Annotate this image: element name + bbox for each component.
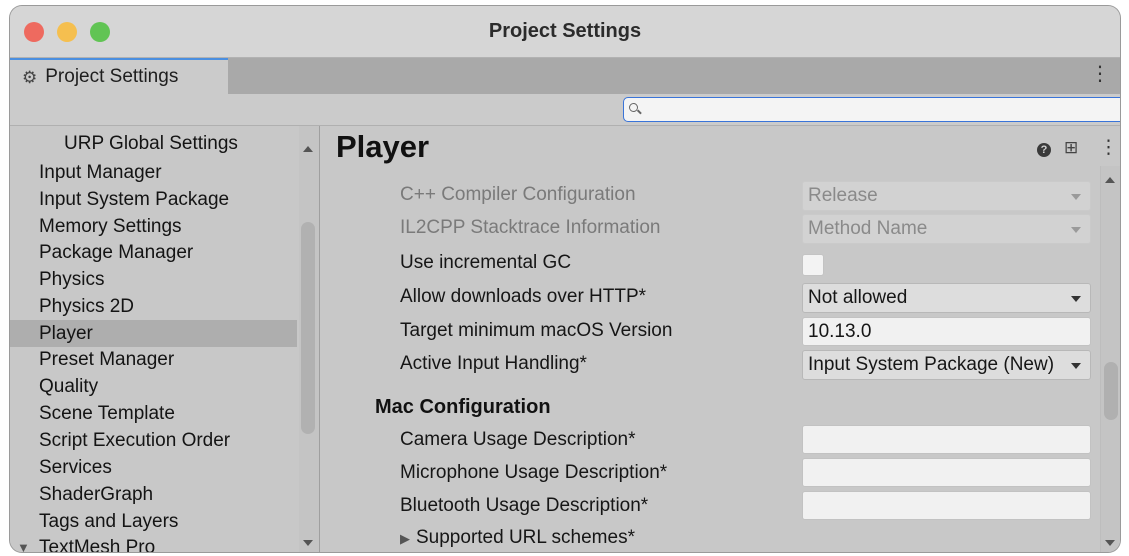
- sidebar-item-quality[interactable]: Quality: [10, 373, 297, 400]
- setting-label-cpp-compiler: C++ Compiler Configuration: [400, 184, 636, 205]
- sidebar-item-physics-2d[interactable]: Physics 2D: [10, 293, 297, 320]
- mac-configuration-heading: Mac Configuration: [375, 396, 551, 418]
- window-title: Project Settings: [488, 20, 642, 42]
- setting-label-camera-usage: Camera Usage Description*: [400, 429, 636, 450]
- setting-label-il2cpp-stacktrace: IL2CPP Stacktrace Information: [400, 217, 661, 238]
- settings-scrollbar[interactable]: [1100, 166, 1120, 552]
- dropdown-value: Release: [808, 185, 878, 206]
- il2cpp-stacktrace-dropdown: Method Name: [802, 214, 1091, 244]
- sidebar-scrollbar[interactable]: [299, 126, 319, 552]
- setting-label-allow-http: Allow downloads over HTTP*: [400, 286, 647, 307]
- allow-http-dropdown[interactable]: Not allowed: [802, 283, 1091, 313]
- project-settings-window: Project Settings ⚙ Project Settings ⋮ UR…: [10, 6, 1120, 552]
- macos-version-field[interactable]: 10.13.0: [802, 317, 1091, 346]
- chevron-down-icon: [1071, 296, 1081, 302]
- chevron-down-icon: [1071, 363, 1081, 369]
- scroll-up-arrow-icon[interactable]: [1105, 177, 1115, 183]
- search-input[interactable]: [623, 97, 1120, 122]
- dropdown-value: Not allowed: [808, 287, 908, 308]
- search-icon: [629, 103, 638, 112]
- panel-header: Player ? ⊞ ⋮: [321, 126, 1120, 166]
- incremental-gc-checkbox[interactable]: [802, 254, 824, 276]
- sidebar-item-services[interactable]: Services: [10, 454, 297, 481]
- foldout-label: Supported URL schemes*: [416, 527, 635, 548]
- sidebar-item-shadergraph[interactable]: ShaderGraph: [10, 481, 297, 508]
- scroll-down-arrow-icon[interactable]: [303, 540, 313, 546]
- tab-label: Project Settings: [45, 66, 179, 87]
- dropdown-value: Input System Package (New): [808, 354, 1055, 375]
- gear-icon: ⚙: [22, 67, 38, 87]
- page-title: Player: [336, 129, 430, 164]
- title-bar: Project Settings: [10, 6, 1120, 58]
- search-row: [10, 94, 1120, 126]
- help-icon[interactable]: ?: [1037, 143, 1051, 157]
- scroll-down-arrow-icon[interactable]: [1105, 540, 1115, 546]
- setting-label-active-input: Active Input Handling*: [400, 353, 587, 374]
- microphone-usage-field[interactable]: [802, 458, 1091, 487]
- setting-label-incremental-gc: Use incremental GC: [400, 252, 572, 273]
- chevron-down-icon: [1071, 227, 1081, 233]
- active-input-dropdown[interactable]: Input System Package (New): [802, 350, 1091, 380]
- chevron-down-icon: [1071, 194, 1081, 200]
- sidebar-item-label: TextMesh Pro: [39, 537, 156, 552]
- scroll-up-arrow-icon[interactable]: [303, 146, 313, 152]
- bluetooth-usage-field[interactable]: [802, 491, 1091, 520]
- tab-project-settings[interactable]: ⚙ Project Settings: [10, 58, 228, 94]
- presets-icon[interactable]: ⊞: [1064, 139, 1078, 156]
- dropdown-value: Method Name: [808, 218, 928, 239]
- expand-caret-icon: ▶: [400, 531, 410, 546]
- panel-menu-kebab-icon[interactable]: ⋮: [1099, 138, 1118, 157]
- sidebar-item-input-manager[interactable]: Input Manager: [10, 159, 297, 186]
- sidebar-item-urp-global-settings[interactable]: URP Global Settings: [10, 130, 297, 157]
- settings-sidebar: URP Global Settings Input Manager Input …: [10, 126, 320, 552]
- sidebar-item-tags-and-layers[interactable]: Tags and Layers: [10, 508, 297, 535]
- sidebar-item-memory-settings[interactable]: Memory Settings: [10, 213, 297, 240]
- sidebar-item-physics[interactable]: Physics: [10, 266, 297, 293]
- expand-caret-icon[interactable]: ▼: [17, 534, 30, 552]
- sidebar-item-script-execution-order[interactable]: Script Execution Order: [10, 427, 297, 454]
- setting-label-macos-version: Target minimum macOS Version: [400, 320, 673, 341]
- tab-menu-kebab-icon[interactable]: ⋮: [1090, 64, 1110, 84]
- supported-url-schemes-foldout[interactable]: ▶ Supported URL schemes*: [400, 527, 635, 549]
- sidebar-item-package-manager[interactable]: Package Manager: [10, 239, 297, 266]
- setting-label-bluetooth-usage: Bluetooth Usage Description*: [400, 495, 649, 516]
- player-settings-panel: Player ? ⊞ ⋮ ​ C++ Compiler Configuratio…: [321, 126, 1120, 552]
- setting-label-microphone-usage: Microphone Usage Description*: [400, 462, 668, 483]
- tab-bar: ⚙ Project Settings ⋮: [10, 58, 1120, 94]
- sidebar-item-preset-manager[interactable]: Preset Manager: [10, 346, 297, 373]
- sidebar-item-textmesh-pro[interactable]: ▼ TextMesh Pro: [10, 534, 297, 552]
- cpp-compiler-dropdown: Release: [802, 181, 1091, 211]
- sidebar-scroll-thumb[interactable]: [301, 222, 315, 434]
- sidebar-item-scene-template[interactable]: Scene Template: [10, 400, 297, 427]
- camera-usage-field[interactable]: [802, 425, 1091, 454]
- sidebar-item-input-system-package[interactable]: Input System Package: [10, 186, 297, 213]
- sidebar-item-player[interactable]: Player: [10, 320, 297, 347]
- settings-scroll-thumb[interactable]: [1104, 362, 1118, 420]
